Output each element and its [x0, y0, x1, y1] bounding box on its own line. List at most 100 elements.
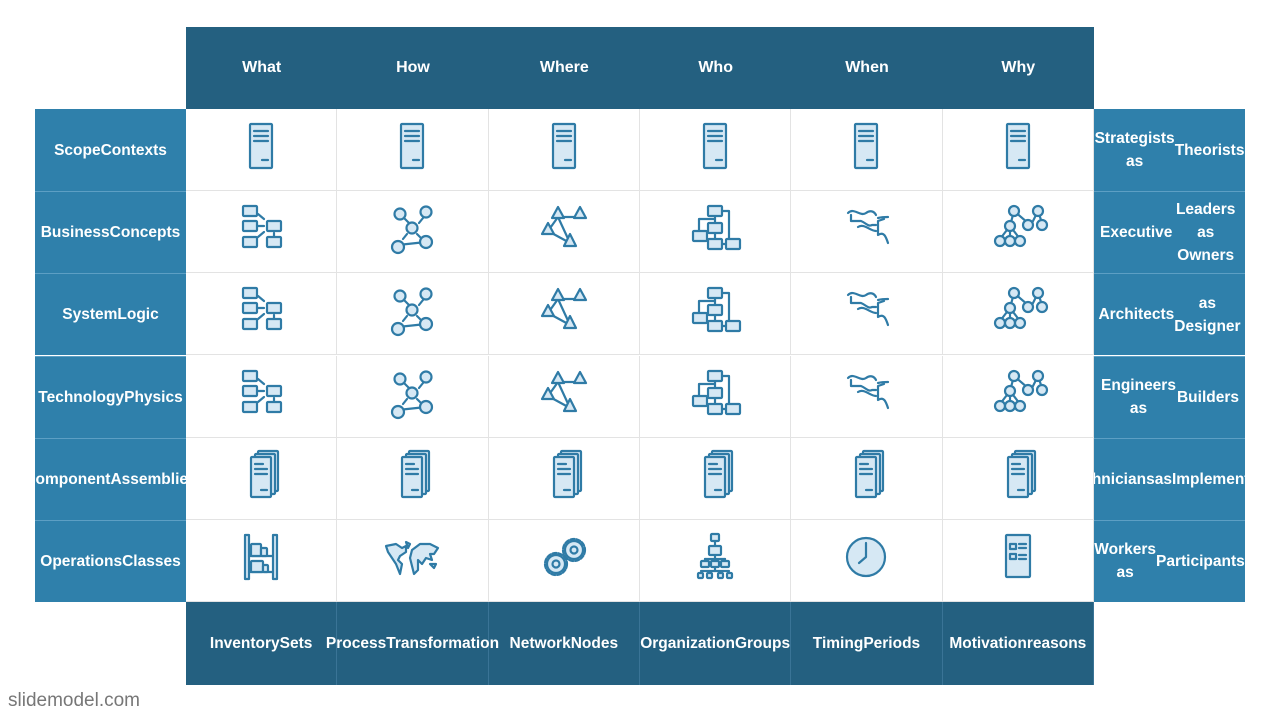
- document-icon: [988, 119, 1048, 180]
- matrix-cell: [186, 273, 338, 356]
- documents-stack-icon: [836, 448, 896, 509]
- matrix-cell: [942, 355, 1094, 438]
- role-label-strategists-as-theorists: Strategists as Theorists: [1094, 109, 1245, 192]
- matrix-cell: [337, 273, 489, 356]
- gears-icon: [534, 530, 594, 591]
- matrix-cell: [186, 355, 338, 438]
- node-network-icon: [382, 283, 442, 344]
- column-footer-motivation-reasons: Motivation reasons: [943, 602, 1094, 685]
- documents-stack-icon: [231, 448, 291, 509]
- row-label-business-concepts: Business Concepts: [35, 191, 186, 274]
- column-footer-inventory-sets: Inventory Sets: [186, 602, 338, 685]
- matrix-cell: [639, 273, 792, 356]
- role-label-engineers-as-builders: Engineers as Builders: [1094, 355, 1245, 438]
- matrix-cell: [337, 437, 489, 520]
- column-header-where: Where: [539, 59, 589, 76]
- matrix-cell: [791, 109, 943, 192]
- column-header-why: Why: [1001, 59, 1036, 76]
- triangle-network-icon: [534, 283, 594, 344]
- flowchart-icon: [231, 283, 291, 344]
- matrix-cell: [488, 273, 640, 356]
- column-footer-organization-groups: Organization Groups: [640, 602, 792, 685]
- matrix-cell: [186, 109, 338, 192]
- matrix-cell: [337, 109, 489, 192]
- column-footer-bar: Inventory Sets Process Transformation Networ…: [186, 602, 1094, 685]
- column-header-what: What: [242, 59, 282, 76]
- column-header-how: How: [396, 59, 430, 76]
- checklist-icon: [988, 530, 1048, 591]
- document-icon: [382, 119, 442, 180]
- circle-tree-icon: [988, 366, 1048, 427]
- row-label-operations-classes: Operations Classes: [35, 519, 186, 602]
- matrix-cell: [639, 355, 792, 438]
- node-network-icon: [382, 366, 442, 427]
- document-icon: [685, 119, 745, 180]
- column-footer-timing-periods: Timing Periods: [791, 602, 943, 685]
- matrix-cell: [639, 191, 792, 274]
- world-map-icon: [382, 530, 442, 591]
- clock-icon: [836, 530, 896, 591]
- matrix-cell: [942, 437, 1094, 520]
- matrix-cell: [942, 519, 1094, 602]
- matrix-cell: [942, 273, 1094, 356]
- matrix-cell: [488, 191, 640, 274]
- matrix-cell: [639, 519, 792, 602]
- document-icon: [836, 119, 896, 180]
- matrix-cell: [337, 355, 489, 438]
- role-label-executive-leaders-as-owners: Executive Leaders as Owners: [1094, 191, 1245, 274]
- river-map-icon: [836, 283, 896, 344]
- documents-stack-icon: [382, 448, 442, 509]
- matrix-cell: [791, 355, 943, 438]
- row-label-scope-contexts: Scope Contexts: [35, 109, 186, 192]
- triangle-network-icon: [534, 366, 594, 427]
- brand-watermark: slidemodel.com: [8, 690, 140, 711]
- column-footer-network-nodes: Network Nodes: [489, 602, 640, 685]
- column-header-who: Who: [698, 59, 733, 76]
- matrix-cell: [942, 191, 1094, 274]
- hierarchy-icon: [685, 530, 745, 591]
- matrix-cell: [337, 519, 489, 602]
- row-label-component-assemblies: Component Assemblies: [24, 437, 197, 520]
- matrix-cell: [186, 519, 338, 602]
- documents-stack-icon: [685, 448, 745, 509]
- matrix-cell: [791, 273, 943, 356]
- org-tree-icon: [685, 283, 745, 344]
- shelf-icon: [231, 530, 291, 591]
- row-label-system-logic: System Logic: [35, 273, 186, 356]
- flowchart-icon: [231, 366, 291, 427]
- matrix-cell: [639, 437, 792, 520]
- matrix-cell: [791, 519, 943, 602]
- document-icon: [534, 119, 594, 180]
- document-icon: [231, 119, 291, 180]
- org-tree-icon: [685, 366, 745, 427]
- river-map-icon: [836, 201, 896, 262]
- matrix-cell: [337, 191, 489, 274]
- node-network-icon: [382, 201, 442, 262]
- circle-tree-icon: [988, 283, 1048, 344]
- row-label-technology-physics: Technology Physics: [35, 355, 186, 438]
- column-header-bar: What How Where Who When Why: [186, 27, 1094, 109]
- matrix-cell: [488, 437, 640, 520]
- documents-stack-icon: [988, 448, 1048, 509]
- river-map-icon: [836, 366, 896, 427]
- matrix-cell: [186, 191, 338, 274]
- documents-stack-icon: [534, 448, 594, 509]
- matrix-cell: [488, 109, 640, 192]
- flowchart-icon: [231, 201, 291, 262]
- matrix-grid: [186, 109, 1094, 602]
- matrix-cell: [791, 437, 943, 520]
- role-label-workers-as-participants: Workers as Participants: [1094, 519, 1245, 602]
- triangle-network-icon: [534, 201, 594, 262]
- role-label-technicians-as-implementers: Technicians as Implementers: [1066, 437, 1273, 520]
- matrix-cell: [186, 437, 338, 520]
- circle-tree-icon: [988, 201, 1048, 262]
- role-label-architects-as-designer: Architects as Designer: [1094, 273, 1245, 356]
- matrix-cell: [639, 109, 792, 192]
- column-footer-process-transformation: Process Transformation: [326, 602, 499, 685]
- matrix-cell: [942, 109, 1094, 192]
- matrix-cell: [488, 355, 640, 438]
- matrix-cell: [791, 191, 943, 274]
- org-tree-icon: [685, 201, 745, 262]
- matrix-cell: [488, 519, 640, 602]
- column-header-when: When: [845, 59, 889, 76]
